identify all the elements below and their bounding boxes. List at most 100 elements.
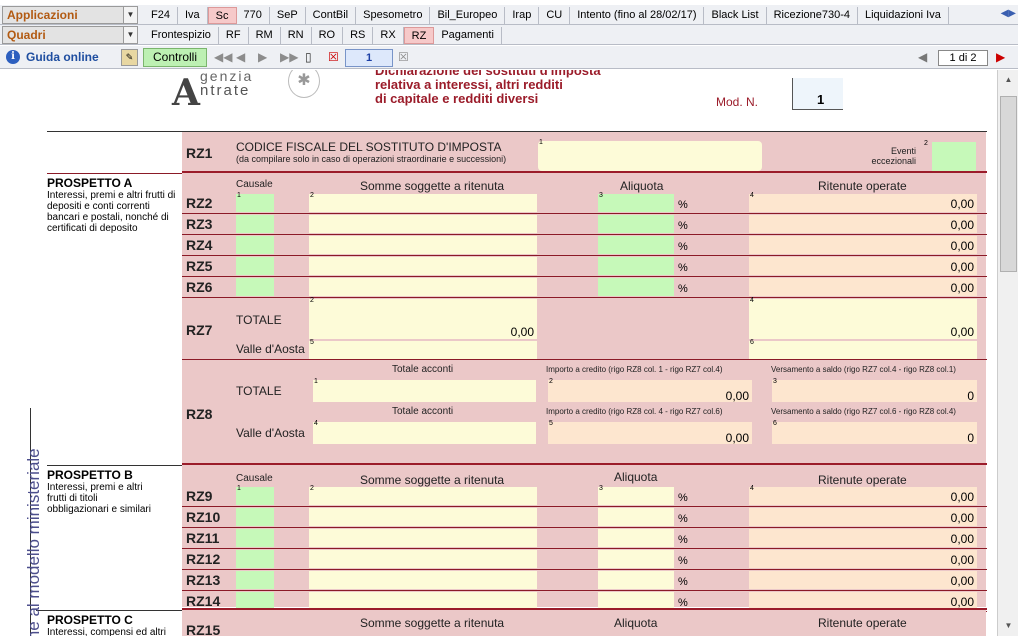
somme-field[interactable] xyxy=(309,550,537,568)
ritenute-field[interactable]: 0,00 xyxy=(749,508,977,526)
causale-field[interactable] xyxy=(236,550,274,568)
somme-field[interactable]: 2 xyxy=(309,485,537,505)
controlli-button[interactable]: Controlli xyxy=(143,48,207,67)
rz8-valle-acconti-field[interactable]: 4 xyxy=(313,420,536,444)
causale-field[interactable] xyxy=(236,571,274,589)
page-number-field[interactable]: 1 xyxy=(345,49,393,67)
next-module-icon[interactable]: ▶ xyxy=(996,50,1005,64)
rz1-code: RZ1 xyxy=(186,145,213,161)
causale-field[interactable]: 1 xyxy=(236,192,274,212)
causale-field[interactable] xyxy=(236,215,274,233)
rz7-valle-somme-field[interactable]: 5 xyxy=(309,339,537,359)
aliquota-field[interactable] xyxy=(598,236,674,254)
rz8-acconti-field[interactable]: 1 xyxy=(313,378,536,402)
close-page-icon[interactable]: ☒ xyxy=(398,50,409,64)
somme-field[interactable] xyxy=(309,508,537,526)
tab-app[interactable]: Liquidazioni Iva xyxy=(858,6,949,24)
ritenute-field[interactable]: 0,00 xyxy=(749,257,977,275)
ritenute-field[interactable]: 0,00 xyxy=(749,215,977,233)
tab-app[interactable]: Spesometro xyxy=(356,6,431,24)
rz8-credito1-field[interactable]: 2 0,00 xyxy=(548,378,752,403)
new-page-icon[interactable]: ▯ xyxy=(305,50,312,64)
tab-scroll-arrows[interactable]: ◀▶ xyxy=(1001,8,1016,19)
guida-online-button[interactable]: i Guida online xyxy=(4,48,105,66)
ritenute-field[interactable]: 0,00 xyxy=(749,571,977,589)
tab-quadro[interactable]: RM xyxy=(249,26,281,44)
vertical-scrollbar[interactable]: ▲ ▼ xyxy=(997,70,1018,636)
ritenute-field[interactable]: 0,00 xyxy=(749,550,977,568)
ritenute-field[interactable]: 0,00 xyxy=(749,278,977,296)
aliquota-field[interactable] xyxy=(598,571,674,589)
rz1-codice-fiscale-field[interactable]: 1 xyxy=(538,139,762,171)
first-page-icon[interactable]: ◀◀ xyxy=(214,50,232,64)
ritenute-field[interactable]: 4 0,00 xyxy=(749,485,977,505)
somme-field[interactable] xyxy=(309,529,537,547)
causale-field[interactable] xyxy=(236,508,274,526)
rz8-saldo2-field[interactable]: 60 xyxy=(772,420,977,445)
tab-quadro[interactable]: RO xyxy=(312,26,344,44)
eventi-eccezionali-field[interactable]: 2 xyxy=(924,140,976,171)
quadri-select[interactable]: Quadri ▼ xyxy=(2,26,138,44)
tab-quadro[interactable]: RS xyxy=(343,26,374,44)
scroll-up-icon[interactable]: ▲ xyxy=(1000,72,1017,88)
tab-quadro[interactable]: RN xyxy=(281,26,312,44)
tab-app[interactable]: Irap xyxy=(505,6,540,24)
scroll-thumb[interactable] xyxy=(1000,96,1017,272)
tab-app[interactable]: Black List xyxy=(704,6,767,24)
aliquota-field[interactable] xyxy=(598,278,674,296)
somme-field[interactable] xyxy=(309,215,537,233)
applicazioni-select[interactable]: Applicazioni ▼ xyxy=(2,6,138,24)
somme-field[interactable] xyxy=(309,278,537,296)
tab-quadro[interactable]: Pagamenti xyxy=(434,26,502,44)
tab-app[interactable]: SeP xyxy=(270,6,306,24)
tab-app[interactable]: ContBil xyxy=(306,6,357,24)
chevron-down-icon[interactable]: ▼ xyxy=(123,27,137,43)
aliquota-field[interactable] xyxy=(598,215,674,233)
rz7-valle-ritenute-field[interactable]: 6 xyxy=(749,339,977,359)
delete-page-icon[interactable]: ☒ xyxy=(328,50,339,64)
prev-module-icon[interactable]: ◀ xyxy=(918,50,927,64)
aliquota-field[interactable]: 3 xyxy=(598,485,674,505)
ritenute-field[interactable]: 4 0,00 xyxy=(749,192,977,212)
tab-quadro[interactable]: RF xyxy=(219,26,249,44)
tab-quadro[interactable]: Frontespizio xyxy=(144,26,219,44)
aliquota-field[interactable] xyxy=(598,529,674,547)
ritenute-field[interactable]: 0,00 xyxy=(749,529,977,547)
causale-field[interactable] xyxy=(236,257,274,275)
ritenute-field[interactable]: 0,00 xyxy=(749,236,977,254)
rz7-ritenute-totale-field[interactable]: 4 0,00 xyxy=(749,297,977,339)
notepad-icon[interactable]: ✎ xyxy=(121,49,138,66)
aliquota-field[interactable] xyxy=(598,550,674,568)
tab-app[interactable]: Ricezione730-4 xyxy=(767,6,858,24)
tab-app[interactable]: Bil_Europeo xyxy=(430,6,506,24)
tab-quadro[interactable]: RZ xyxy=(403,26,435,44)
mod-number-field[interactable]: 1 xyxy=(792,78,843,110)
causale-field[interactable]: 1 xyxy=(236,485,274,505)
tab-app[interactable]: CU xyxy=(539,6,571,24)
rz8-credito2-field[interactable]: 5 0,00 xyxy=(548,420,752,445)
tab-app[interactable]: Iva xyxy=(178,6,208,24)
causale-field[interactable] xyxy=(236,529,274,547)
somme-field[interactable] xyxy=(309,236,537,254)
last-page-icon[interactable]: ▶▶ xyxy=(280,50,298,64)
causale-field[interactable] xyxy=(236,236,274,254)
tab-app[interactable]: 770 xyxy=(237,6,270,24)
aliquota-field[interactable]: 3 xyxy=(598,192,674,212)
emblem-icon: ✱ xyxy=(288,70,320,98)
somme-field[interactable] xyxy=(309,257,537,275)
somme-field[interactable]: 2 xyxy=(309,192,537,212)
rz8-saldo1-field[interactable]: 30 xyxy=(772,378,977,403)
tab-app[interactable]: F24 xyxy=(144,6,178,24)
tab-app[interactable]: Sc xyxy=(207,6,237,24)
aliquota-field[interactable] xyxy=(598,508,674,526)
rz7-somme-totale-field[interactable]: 2 0,00 xyxy=(309,297,537,339)
scroll-down-icon[interactable]: ▼ xyxy=(1000,618,1017,634)
prev-page-icon[interactable]: ◀ xyxy=(236,50,245,64)
somme-field[interactable] xyxy=(309,571,537,589)
next-page-icon[interactable]: ▶ xyxy=(258,50,267,64)
aliquota-field[interactable] xyxy=(598,257,674,275)
chevron-down-icon[interactable]: ▼ xyxy=(123,7,137,23)
causale-field[interactable] xyxy=(236,278,274,296)
tab-app[interactable]: Intento (fino al 28/02/17) xyxy=(570,6,705,24)
tab-quadro[interactable]: RX xyxy=(373,26,404,44)
